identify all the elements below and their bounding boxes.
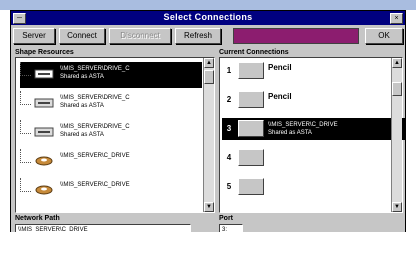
printer-icon — [34, 125, 54, 138]
list-item-subtitle: Shared as ASTA — [60, 103, 104, 109]
list-item-title: \\MIS_SERVER\DRIVE_C — [60, 124, 130, 130]
connections-label: Current Connections — [219, 49, 289, 56]
printer-icon — [34, 67, 54, 80]
tree-connector — [20, 120, 31, 134]
port-number: 4 — [226, 153, 232, 162]
connection-row[interactable]: 4 — [222, 147, 406, 169]
disk-icon — [34, 183, 54, 196]
connect-button[interactable]: Connect — [59, 28, 105, 44]
title-bar: ─ Select Connections × — [11, 11, 405, 25]
scroll-down-icon[interactable]: ▼ — [204, 202, 214, 212]
ok-button[interactable]: OK — [365, 28, 403, 44]
connection-row[interactable]: 3 \\MIS_SERVER\C_DRIVE Shared as ASTA — [222, 118, 406, 140]
server-button[interactable]: Server — [13, 28, 55, 44]
tree-connector — [20, 91, 31, 105]
resources-scrollbar[interactable]: ▲ ▼ — [203, 58, 214, 212]
resources-list[interactable]: \\MIS_SERVER\DRIVE_C Shared as ASTA \\MIS_… — [15, 57, 215, 213]
disk-icon — [34, 154, 54, 167]
printer-icon — [238, 120, 264, 137]
background-stripe-top — [0, 0, 416, 10]
disconnect-button[interactable]: Disconnect — [109, 28, 171, 44]
connections-scrollbar[interactable]: ▲ ▼ — [391, 58, 402, 212]
port-number: 5 — [226, 182, 232, 191]
port-number: 1 — [226, 66, 232, 75]
scroll-up-icon[interactable]: ▲ — [204, 58, 214, 68]
printer-icon — [238, 178, 264, 195]
list-item[interactable]: \\MIS_SERVER\DRIVE_C Shared as ASTA — [20, 62, 202, 88]
connection-row[interactable]: 5 — [222, 176, 406, 198]
background-bottom — [0, 232, 416, 260]
scroll-thumb[interactable] — [392, 82, 402, 96]
printer-icon — [238, 91, 264, 108]
scroll-thumb[interactable] — [204, 70, 214, 84]
list-item-subtitle: Shared as ASTA — [60, 132, 104, 138]
connections-window: ─ Select Connections × Server Connect Di… — [10, 10, 406, 246]
list-item[interactable]: \\MIS_SERVER\DRIVE_C Shared as ASTA — [20, 120, 202, 146]
printer-icon — [238, 62, 264, 79]
connection-share: Shared as ASTA — [268, 130, 312, 136]
tree-connector — [20, 62, 31, 76]
connection-name: Pencil — [268, 92, 292, 101]
tree-connector — [20, 149, 31, 163]
toolbar: Server Connect Disconnect Refresh OK — [11, 26, 405, 46]
connection-path: \\MIS_SERVER\C_DRIVE — [268, 122, 338, 128]
status-bar — [233, 28, 359, 44]
printer-icon — [238, 149, 264, 166]
port-number: 3 — [226, 124, 232, 133]
list-item[interactable]: \\MIS_SERVER\C_DRIVE — [20, 178, 202, 204]
list-item-title: \\MIS_SERVER\C_DRIVE — [60, 182, 130, 188]
scroll-up-icon[interactable]: ▲ — [392, 58, 402, 68]
connection-row[interactable]: 2 Pencil — [222, 89, 406, 111]
port-label: Port — [219, 215, 233, 222]
resources-label: Shape Resources — [15, 49, 74, 56]
list-item[interactable]: \\MIS_SERVER\C_DRIVE — [20, 149, 202, 175]
network-path-label: Network Path — [15, 215, 60, 222]
printer-icon — [34, 96, 54, 109]
list-item-title: \\MIS_SERVER\DRIVE_C — [60, 95, 130, 101]
list-item-title: \\MIS_SERVER\DRIVE_C — [60, 66, 130, 72]
close-icon[interactable]: × — [390, 13, 403, 24]
connection-name: Pencil — [268, 63, 292, 72]
list-item-subtitle: Shared as ASTA — [60, 74, 104, 80]
port-number: 2 — [226, 95, 232, 104]
list-item[interactable]: \\MIS_SERVER\DRIVE_C Shared as ASTA — [20, 91, 202, 117]
list-item-title: \\MIS_SERVER\C_DRIVE — [60, 153, 130, 159]
window-title: Select Connections — [163, 12, 253, 22]
tree-connector — [20, 178, 31, 192]
scroll-down-icon[interactable]: ▼ — [392, 202, 402, 212]
connections-list[interactable]: 1 Pencil 2 Pencil 3 \\MIS_SERVER\C_DRIVE Share… — [219, 57, 406, 213]
refresh-button[interactable]: Refresh — [175, 28, 221, 44]
connection-row[interactable]: 1 Pencil — [222, 60, 406, 82]
